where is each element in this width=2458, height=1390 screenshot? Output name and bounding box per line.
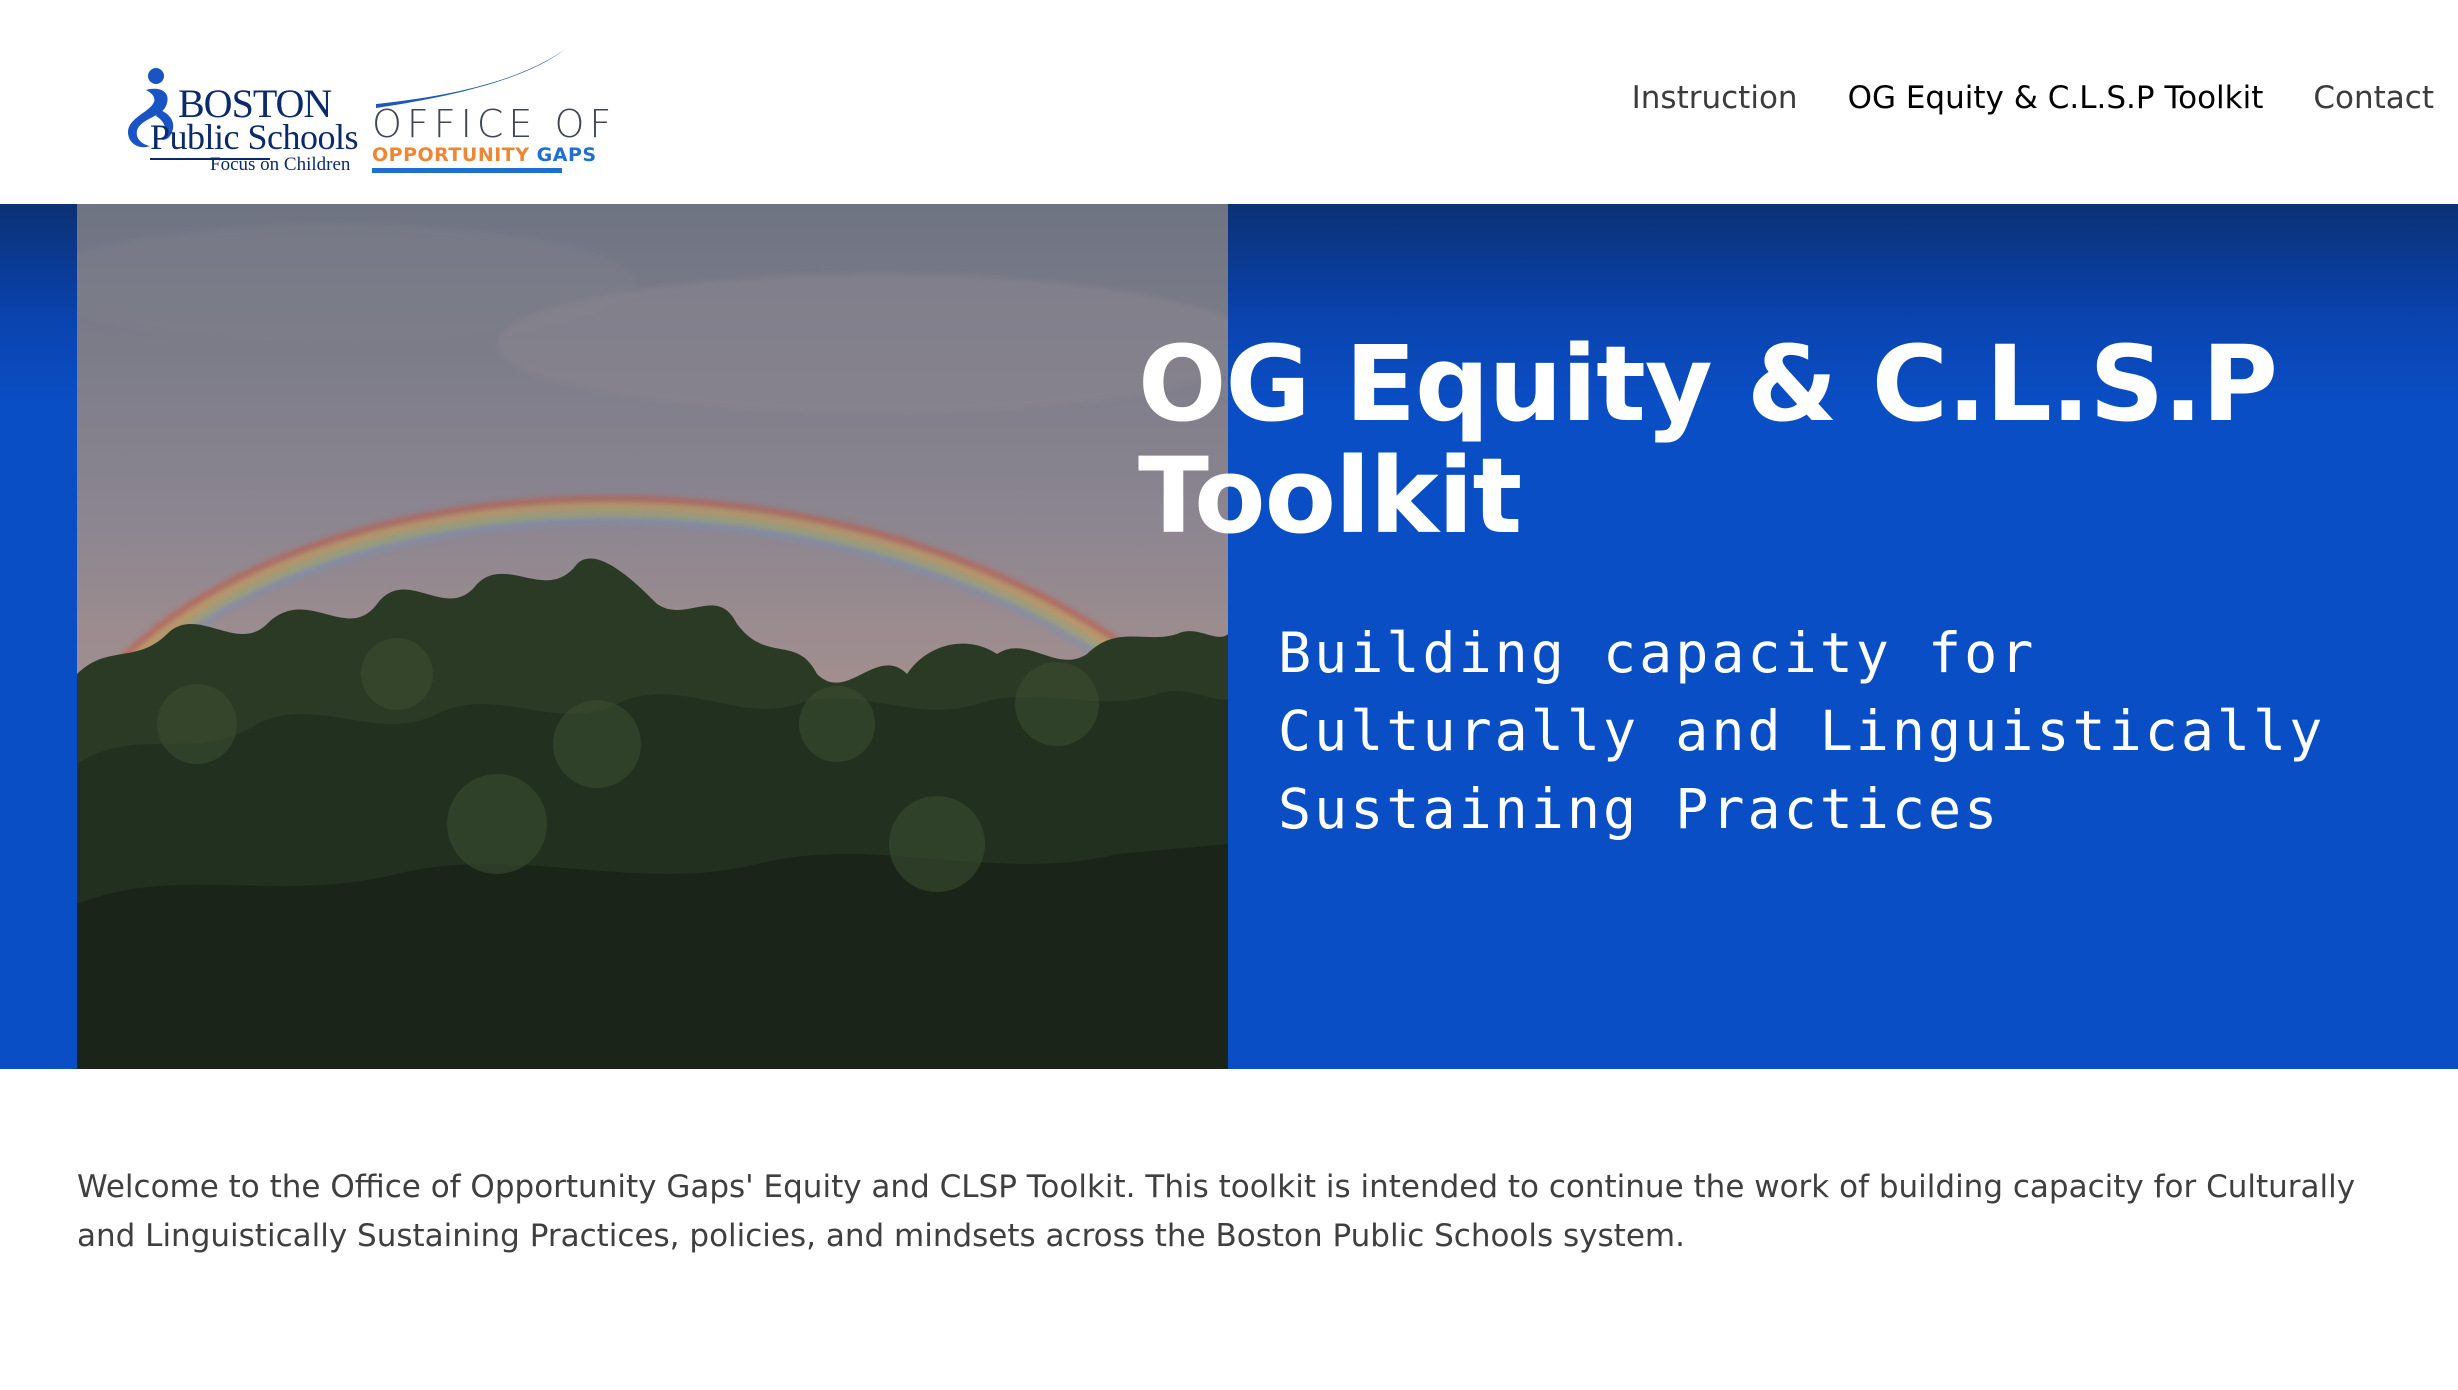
og-logo-line1: OFFICE OF bbox=[372, 102, 617, 146]
nav-item-instruction[interactable]: Instruction bbox=[1632, 80, 1798, 116]
office-of-opportunity-gaps-logo[interactable]: OFFICE OF OPPORTUNITY GAPS bbox=[372, 46, 611, 182]
bps-logo-tagline: Focus on Children bbox=[210, 154, 351, 175]
bps-logo[interactable]: BOSTON Public Schools Focus on Children bbox=[126, 62, 359, 178]
bps-logo-line2: Public Schools bbox=[150, 117, 359, 157]
main-nav: Instruction OG Equity & C.L.S.P Toolkit … bbox=[1632, 80, 2434, 116]
intro-paragraph: Welcome to the Office of Opportunity Gap… bbox=[77, 1169, 2356, 1254]
nav-item-toolkit[interactable]: OG Equity & C.L.S.P Toolkit bbox=[1848, 80, 2264, 116]
hero-subtitle: Building capacity for Culturally and Lin… bbox=[1278, 621, 2326, 841]
og-logo-gaps: GAPS bbox=[536, 144, 597, 166]
og-logo-line2: OPPORTUNITY GAPS bbox=[372, 144, 597, 166]
hero-title: OG Equity & C.L.S.P Toolkit bbox=[1138, 323, 2278, 557]
site-header: BOSTON Public Schools Focus on Children … bbox=[0, 0, 2458, 204]
hero-rainbow-image bbox=[77, 204, 1228, 1069]
nav-item-contact[interactable]: Contact bbox=[2313, 80, 2434, 116]
og-logo-bar bbox=[372, 168, 562, 173]
og-logo-opportunity: OPPORTUNITY bbox=[372, 144, 530, 166]
hero-banner: OG Equity & C.L.S.P Toolkit Building cap… bbox=[0, 204, 2458, 1069]
